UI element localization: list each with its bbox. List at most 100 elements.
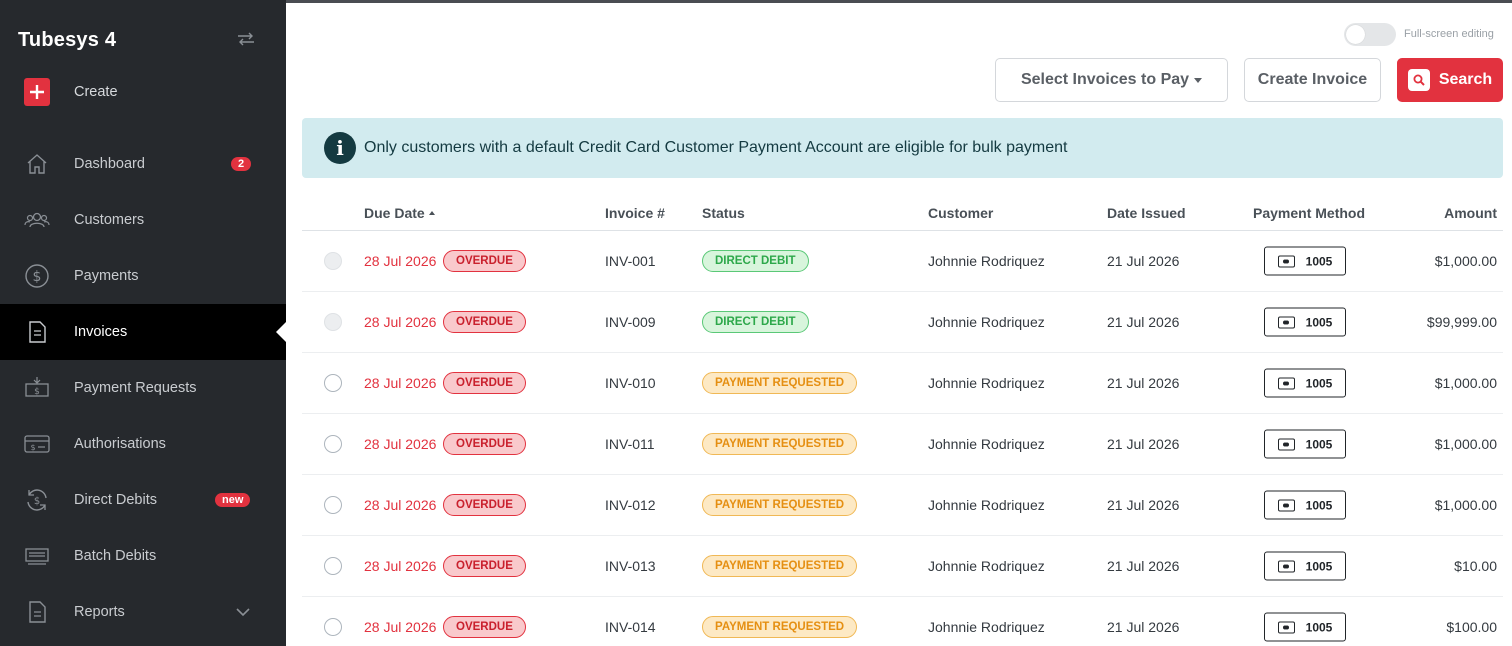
- row-select-radio[interactable]: [324, 557, 342, 575]
- sidebar-item-reports[interactable]: Reports: [0, 584, 286, 640]
- column-date-issued[interactable]: Date Issued: [1107, 205, 1186, 221]
- payment-method-card[interactable]: 1005: [1264, 551, 1346, 581]
- payment-method-card[interactable]: 1005: [1264, 429, 1346, 459]
- sidebar-item-payments[interactable]: $ Payments: [0, 248, 286, 304]
- notification-badge: 2: [231, 157, 252, 171]
- invoice-number[interactable]: INV-001: [605, 253, 656, 269]
- amount: $1,000.00: [1434, 497, 1497, 513]
- table-row[interactable]: 28 Jul 2026 OVERDUE INV-013 PAYMENT REQU…: [302, 536, 1503, 597]
- status-badge: PAYMENT REQUESTED: [702, 372, 858, 394]
- search-button[interactable]: Search: [1397, 58, 1503, 102]
- amount: $1,000.00: [1434, 253, 1497, 269]
- row-select-radio: [324, 252, 342, 270]
- credit-card-icon: [1277, 377, 1295, 389]
- invoice-number[interactable]: INV-013: [605, 558, 656, 574]
- sidebar-item-label: Dashboard: [74, 156, 145, 172]
- column-due-date[interactable]: Due Date: [364, 205, 435, 221]
- app-title: Tubesys 4: [18, 29, 117, 51]
- caret-down-icon: [1194, 77, 1203, 83]
- row-select-radio: [324, 313, 342, 331]
- credit-card-icon: [1277, 316, 1295, 328]
- recurring-dollar-icon: $: [24, 487, 50, 513]
- payment-method-card[interactable]: 1005: [1264, 246, 1346, 276]
- amount: $10.00: [1454, 558, 1497, 574]
- amount: $100.00: [1446, 619, 1497, 635]
- sidebar: Tubesys 4 Create Dashboard 2 Customers $…: [0, 0, 286, 646]
- money-request-icon: $: [24, 375, 50, 401]
- customer-name: Johnnie Rodriquez: [928, 497, 1045, 513]
- table-row[interactable]: 28 Jul 2026 OVERDUE INV-011 PAYMENT REQU…: [302, 414, 1503, 475]
- customer-name: Johnnie Rodriquez: [928, 314, 1045, 330]
- table-row[interactable]: 28 Jul 2026 OVERDUE INV-014 PAYMENT REQU…: [302, 597, 1503, 646]
- svg-text:$: $: [33, 269, 42, 285]
- sidebar-item-label: Payments: [74, 268, 139, 284]
- sidebar-item-dashboard[interactable]: Dashboard 2: [0, 136, 286, 192]
- sidebar-item-label: Authorisations: [74, 436, 166, 452]
- column-payment-method[interactable]: Payment Method: [1253, 205, 1365, 221]
- search-icon: [1407, 69, 1430, 91]
- swap-icon[interactable]: [236, 29, 256, 49]
- due-date: 28 Jul 2026: [364, 619, 437, 635]
- info-icon: i: [324, 132, 356, 164]
- due-date: 28 Jul 2026: [364, 497, 437, 513]
- fullscreen-label: Full-screen editing: [1404, 28, 1494, 40]
- overdue-badge: OVERDUE: [443, 311, 526, 333]
- sidebar-item-authorisations[interactable]: $ Authorisations: [0, 416, 286, 472]
- customer-name: Johnnie Rodriquez: [928, 375, 1045, 391]
- status-badge: PAYMENT REQUESTED: [702, 494, 858, 516]
- table-row[interactable]: 28 Jul 2026 OVERDUE INV-012 PAYMENT REQU…: [302, 475, 1503, 536]
- svg-text:$: $: [34, 496, 40, 507]
- create-button[interactable]: Create: [0, 64, 286, 120]
- sidebar-item-invoices[interactable]: Invoices: [0, 304, 286, 360]
- invoice-number[interactable]: INV-012: [605, 497, 656, 513]
- table-row[interactable]: 28 Jul 2026 OVERDUE INV-001 DIRECT DEBIT…: [302, 231, 1503, 292]
- due-date: 28 Jul 2026: [364, 253, 437, 269]
- create-invoice-button[interactable]: Create Invoice: [1244, 58, 1381, 102]
- column-status[interactable]: Status: [702, 205, 745, 221]
- payment-method-card[interactable]: 1005: [1264, 307, 1346, 337]
- status-badge: PAYMENT REQUESTED: [702, 555, 858, 577]
- invoice-number[interactable]: INV-009: [605, 314, 656, 330]
- credit-card-icon: [1277, 438, 1295, 450]
- sidebar-item-label: Batch Debits: [74, 548, 157, 564]
- due-date: 28 Jul 2026: [364, 375, 437, 391]
- customer-name: Johnnie Rodriquez: [928, 436, 1045, 452]
- payment-method-card[interactable]: 1005: [1264, 368, 1346, 398]
- sidebar-item-payment-requests[interactable]: $ Payment Requests: [0, 360, 286, 416]
- overdue-badge: OVERDUE: [443, 372, 526, 394]
- amount: $1,000.00: [1434, 436, 1497, 452]
- card-dollar-icon: $: [24, 431, 50, 457]
- plus-icon: [24, 78, 50, 106]
- column-customer[interactable]: Customer: [928, 205, 993, 221]
- row-select-radio[interactable]: [324, 496, 342, 514]
- row-select-radio[interactable]: [324, 435, 342, 453]
- sidebar-item-customers[interactable]: Customers: [0, 192, 286, 248]
- sidebar-item-direct-debits[interactable]: $ Direct Debits new: [0, 472, 286, 528]
- row-select-radio[interactable]: [324, 374, 342, 392]
- overdue-badge: OVERDUE: [443, 555, 526, 577]
- info-alert: i Only customers with a default Credit C…: [302, 118, 1503, 178]
- fullscreen-toggle[interactable]: [1344, 23, 1396, 46]
- status-badge: DIRECT DEBIT: [702, 250, 809, 272]
- sidebar-item-label: Direct Debits: [74, 492, 157, 508]
- document-icon: [24, 319, 50, 345]
- sidebar-item-label: Invoices: [74, 324, 128, 340]
- table-row[interactable]: 28 Jul 2026 OVERDUE INV-010 PAYMENT REQU…: [302, 353, 1503, 414]
- row-select-radio[interactable]: [324, 618, 342, 636]
- invoice-number[interactable]: INV-014: [605, 619, 656, 635]
- column-amount[interactable]: Amount: [1444, 205, 1497, 221]
- overdue-badge: OVERDUE: [443, 433, 526, 455]
- payment-method-card[interactable]: 1005: [1264, 612, 1346, 642]
- payment-method-card[interactable]: 1005: [1264, 490, 1346, 520]
- invoice-number[interactable]: INV-010: [605, 375, 656, 391]
- table-row[interactable]: 28 Jul 2026 OVERDUE INV-009 DIRECT DEBIT…: [302, 292, 1503, 353]
- customer-name: Johnnie Rodriquez: [928, 253, 1045, 269]
- amount: $1,000.00: [1434, 375, 1497, 391]
- select-invoices-button[interactable]: Select Invoices to Pay: [995, 58, 1228, 102]
- invoice-number[interactable]: INV-011: [605, 436, 655, 452]
- credit-card-icon: [1277, 621, 1295, 633]
- chevron-down-icon[interactable]: [234, 603, 252, 621]
- alert-message: Only customers with a default Credit Car…: [364, 139, 1068, 156]
- sidebar-item-batch-debits[interactable]: Batch Debits: [0, 528, 286, 584]
- column-invoice[interactable]: Invoice #: [605, 205, 665, 221]
